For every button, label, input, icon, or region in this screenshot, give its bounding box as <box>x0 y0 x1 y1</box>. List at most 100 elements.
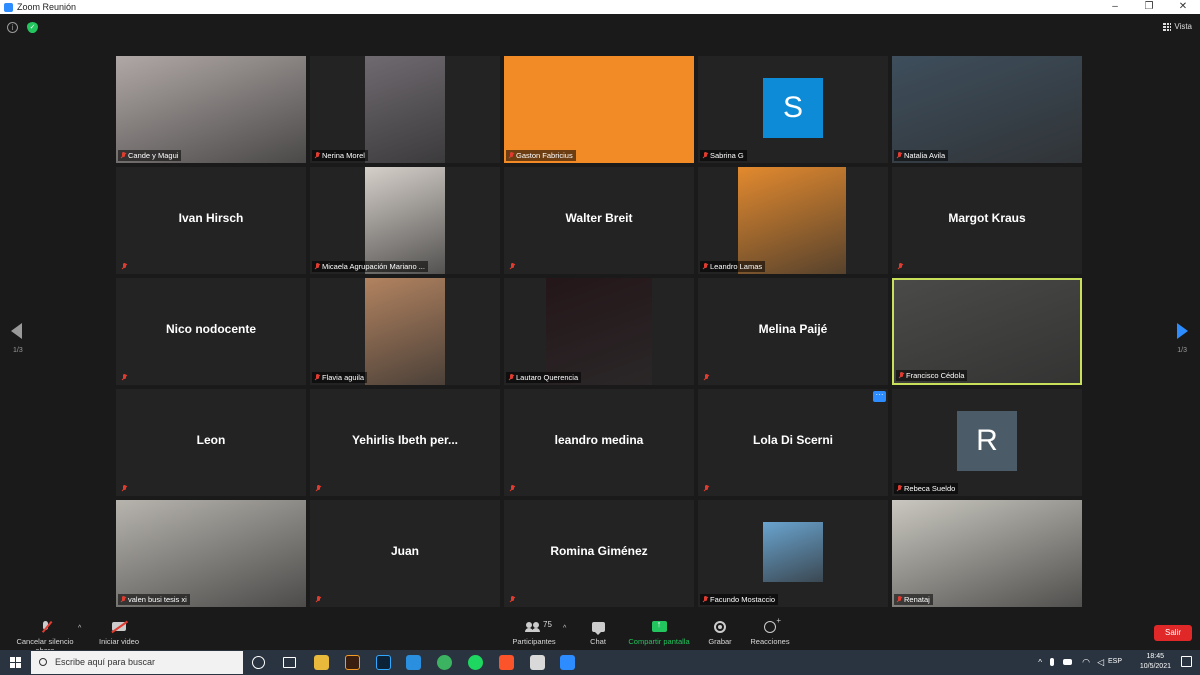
media-app-icon[interactable] <box>530 655 545 670</box>
spotify-icon[interactable] <box>468 655 483 670</box>
participant-tile[interactable]: Flavia aguila <box>310 278 500 385</box>
participant-tile[interactable]: S Sabrina G <box>698 56 888 163</box>
participant-tile[interactable]: Natalia Avila <box>892 56 1082 163</box>
participant-tile[interactable]: Yehirlis Ibeth per... <box>310 389 500 496</box>
participant-tile[interactable]: R Rebeca Sueldo <box>892 389 1082 496</box>
participant-label: valen busi tesis xi <box>118 594 190 605</box>
participant-tile[interactable]: Nerina Morel <box>310 56 500 163</box>
maximize-button[interactable]: ❐ <box>1132 0 1166 14</box>
vscode-icon[interactable] <box>406 655 421 670</box>
participant-name: Cande y Magui <box>128 151 179 160</box>
participant-label: Cande y Magui <box>118 150 182 161</box>
volume-icon[interactable]: ◁ <box>1097 657 1104 668</box>
audio-options-caret-icon[interactable]: ^ <box>78 625 81 632</box>
participant-avatar: R <box>957 411 1017 471</box>
participant-tile[interactable]: Lola Di Scerni ··· <box>698 389 888 496</box>
participant-tile[interactable]: Melina Paijé <box>698 278 888 385</box>
minimize-button[interactable]: – <box>1098 0 1132 14</box>
next-page-icon[interactable] <box>1177 323 1188 339</box>
muted-mic-icon <box>121 263 127 270</box>
muted-mic-icon <box>702 152 708 159</box>
zoom-taskbar-icon[interactable] <box>560 655 575 670</box>
brave-browser-icon[interactable] <box>499 655 514 670</box>
language-indicator[interactable]: ESP <box>1108 658 1122 665</box>
participant-tile[interactable]: Walter Breit <box>504 167 694 274</box>
participant-tile[interactable]: Ivan Hirsch <box>116 167 306 274</box>
participant-tile[interactable]: Francisco Cédola <box>892 278 1082 385</box>
participant-tile[interactable]: Nico nodocente <box>116 278 306 385</box>
gallery-view: Cande y Magui Nerina Morel Gaston Fabriciu… <box>116 56 1084 608</box>
reactions-button[interactable]: Reacciones <box>748 616 792 647</box>
security-shield-icon[interactable]: ✓ <box>27 22 38 33</box>
task-view-icon[interactable] <box>283 657 296 668</box>
participant-label: Lautaro Querencia <box>506 372 582 383</box>
participant-tile[interactable]: Romina Giménez <box>504 500 694 607</box>
participant-tile[interactable]: Cande y Magui <box>116 56 306 163</box>
file-explorer-icon[interactable] <box>314 655 329 670</box>
record-icon <box>714 620 726 633</box>
taskbar-search-box[interactable]: Escribe aquí para buscar <box>31 651 243 674</box>
participant-name: Nerina Morel <box>322 151 365 160</box>
participants-options-caret-icon[interactable]: ^ <box>563 625 566 632</box>
video-off-icon <box>112 622 126 631</box>
chat-button[interactable]: Chat <box>583 619 613 646</box>
muted-mic-icon <box>702 596 708 603</box>
muted-mic-icon <box>315 596 321 603</box>
muted-mic-icon <box>509 485 515 492</box>
participant-name: Leandro Lamas <box>710 262 763 271</box>
participant-tile[interactable]: Gaston Fabricius <box>504 56 694 163</box>
muted-mic-icon <box>896 152 902 159</box>
green-app-icon[interactable] <box>437 655 452 670</box>
participant-tile[interactable]: valen busi tesis xi <box>116 500 306 607</box>
chat-icon <box>591 621 605 635</box>
participant-name: Facundo Mostaccio <box>710 595 776 604</box>
participant-label: Sabrina G <box>700 150 747 161</box>
participant-name: Lola Di Scerni <box>752 433 834 447</box>
info-icon[interactable]: i <box>7 22 18 33</box>
start-video-button[interactable]: Iniciar video <box>95 619 143 646</box>
participant-label: Francisco Cédola <box>896 370 968 381</box>
participants-icon <box>525 621 542 632</box>
smiley-reaction-icon <box>764 616 781 633</box>
participant-tile[interactable]: Leandro Lamas <box>698 167 888 274</box>
windows-start-icon[interactable] <box>10 657 21 668</box>
participant-name: Lautaro Querencia <box>516 373 579 382</box>
reactions-label: Reacciones <box>750 637 790 646</box>
view-button[interactable]: Vista <box>1163 22 1192 31</box>
participant-label: Gaston Fabricius <box>506 150 576 161</box>
start-video-label: Iniciar video <box>98 637 140 646</box>
tray-microphone-icon[interactable] <box>1050 658 1054 666</box>
muted-mic-icon <box>702 263 708 270</box>
muted-mic-icon <box>121 374 127 381</box>
cortana-icon[interactable] <box>252 656 265 669</box>
share-screen-button[interactable]: Compartir pantalla <box>626 619 692 646</box>
participant-label: Renataj <box>894 594 933 605</box>
notifications-icon[interactable] <box>1181 656 1192 667</box>
clock-time[interactable]: 18:45 <box>1146 653 1164 660</box>
participant-tile[interactable]: Renataj <box>892 500 1082 607</box>
participant-tile[interactable]: Juan <box>310 500 500 607</box>
muted-mic-icon <box>314 374 320 381</box>
participant-tile[interactable]: Micaela Agrupación Mariano ... <box>310 167 500 274</box>
previous-page-icon[interactable] <box>11 323 22 339</box>
muted-mic-icon <box>120 596 126 603</box>
participant-tile[interactable]: Leon <box>116 389 306 496</box>
participant-video <box>546 278 652 385</box>
participant-tile[interactable]: Facundo Mostaccio <box>698 500 888 607</box>
tray-app-icon[interactable] <box>1063 659 1072 665</box>
window-titlebar: Zoom Reunión – ❐ ✕ <box>0 0 1200 14</box>
illustrator-icon[interactable] <box>345 655 360 670</box>
record-button[interactable]: Grabar <box>705 619 735 646</box>
leave-button[interactable]: Salir <box>1154 625 1192 641</box>
taskbar-search-placeholder: Escribe aquí para buscar <box>55 657 156 667</box>
more-options-icon[interactable]: ··· <box>873 391 886 402</box>
participant-tile[interactable]: leandro medina <box>504 389 694 496</box>
tray-expand-icon[interactable]: ^ <box>1038 658 1042 667</box>
participant-tile[interactable]: Margot Kraus <box>892 167 1082 274</box>
close-button[interactable]: ✕ <box>1166 0 1200 14</box>
participant-tile[interactable]: Lautaro Querencia <box>504 278 694 385</box>
wifi-icon[interactable]: ◠ <box>1082 657 1090 668</box>
zoom-app-icon <box>4 2 13 12</box>
clock-date[interactable]: 10/5/2021 <box>1140 663 1171 670</box>
photoshop-icon[interactable] <box>376 655 391 670</box>
